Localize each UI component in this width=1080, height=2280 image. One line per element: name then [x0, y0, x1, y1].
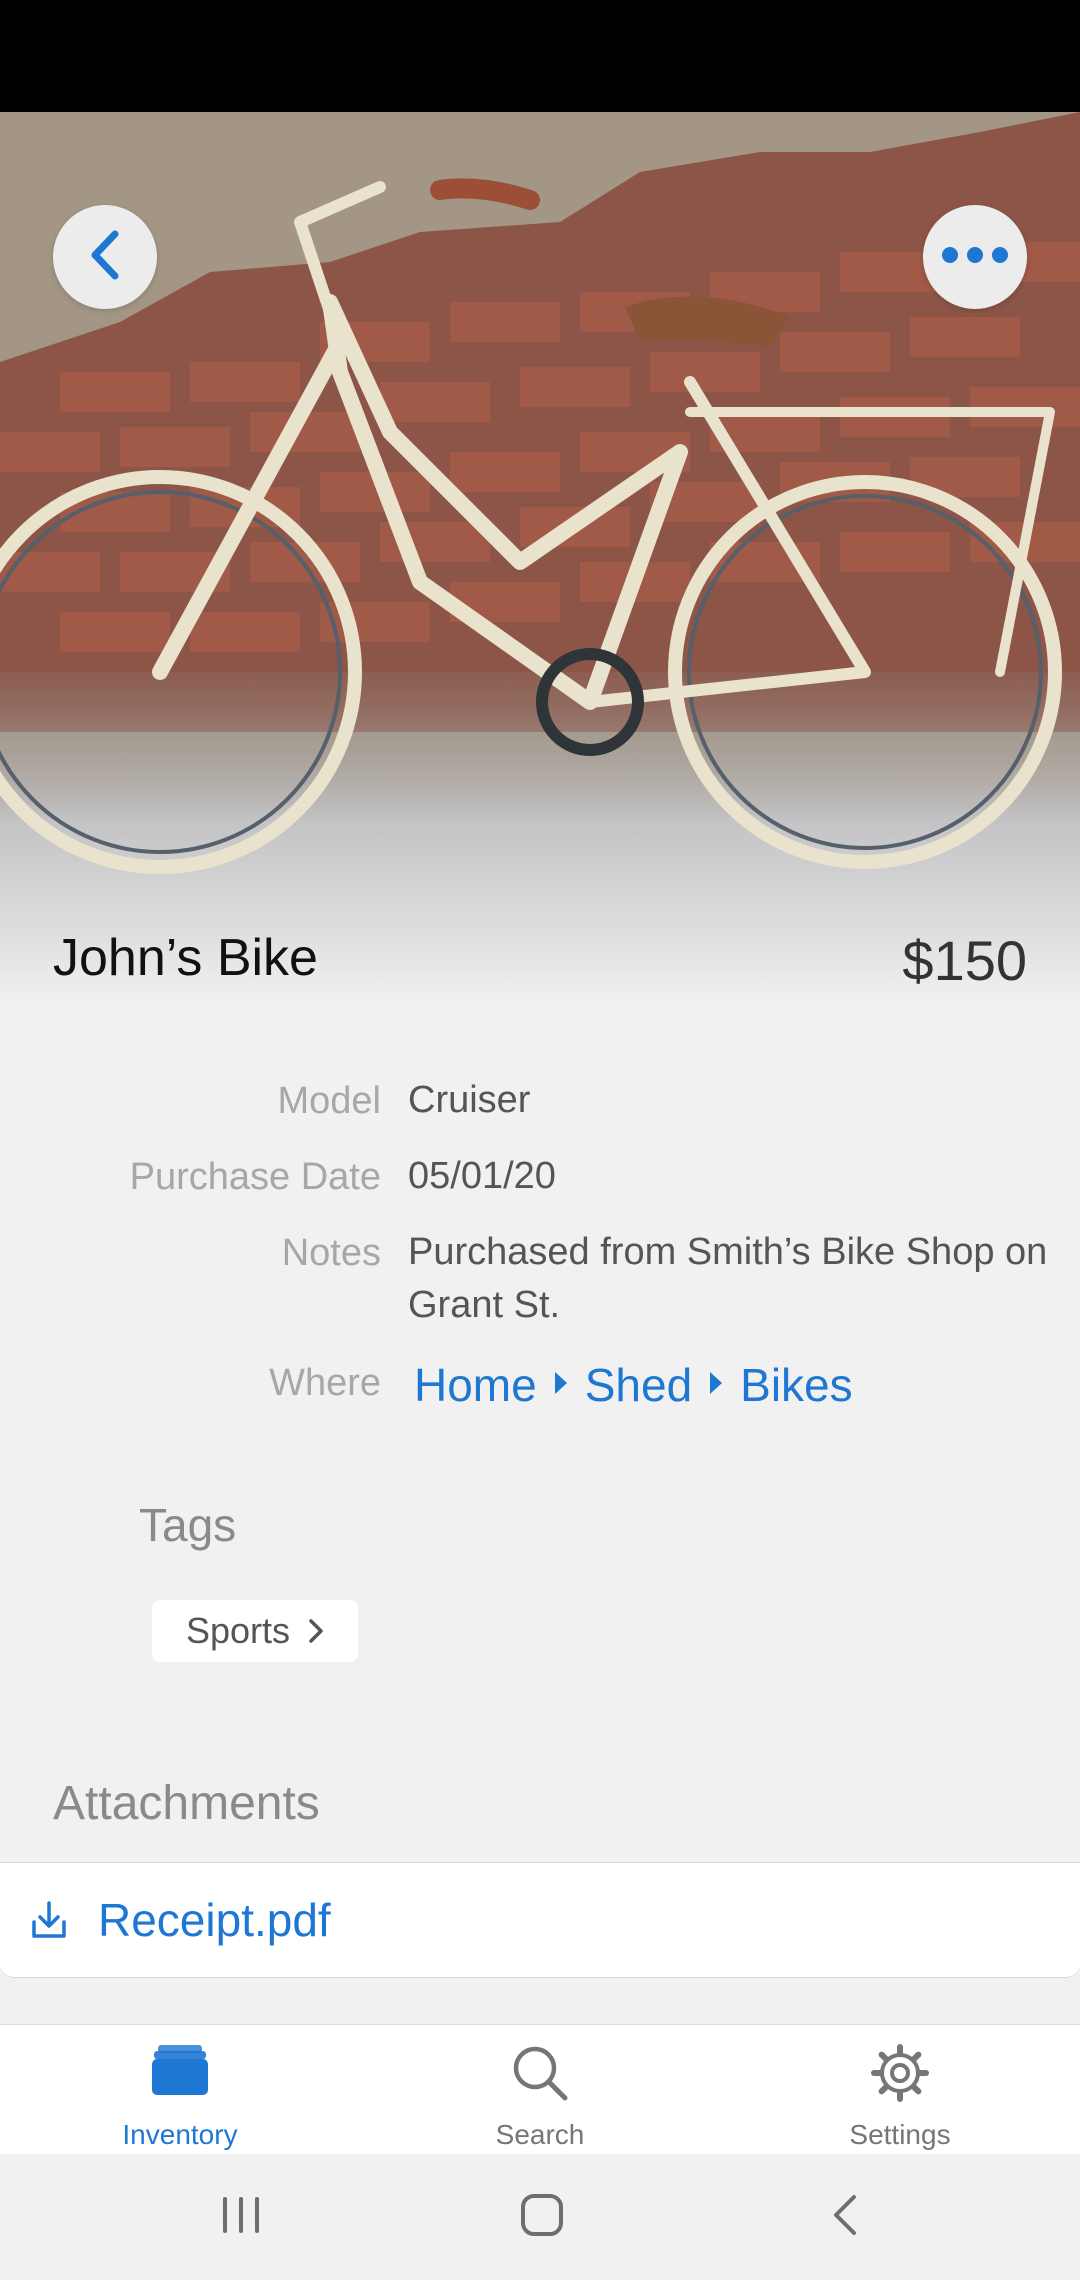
item-title: John’s Bike: [53, 929, 318, 987]
attachments-title: Attachments: [53, 1777, 320, 1830]
chevron-right-icon: [308, 1618, 324, 1644]
caret-right-icon: [710, 1372, 723, 1394]
more-icon: [940, 245, 1010, 270]
tab-bar: Inventory Search Settings: [0, 2024, 1080, 2155]
system-nav-bar: [0, 2154, 1080, 2280]
recent-apps-button[interactable]: [196, 2182, 286, 2252]
more-options-button[interactable]: [923, 205, 1027, 309]
tab-label: Inventory: [122, 2119, 238, 2150]
search-icon: [360, 2043, 720, 2103]
inventory-icon: [0, 2043, 360, 2099]
attachment-name: Receipt.pdf: [98, 1894, 331, 1946]
where-label: Where: [269, 1362, 381, 1404]
status-bar: [0, 0, 1080, 112]
item-photo: [0, 112, 1080, 1002]
notes-label: Notes: [281, 1232, 381, 1274]
location-home-link[interactable]: Home: [414, 1358, 537, 1412]
location-shed-link[interactable]: Shed: [585, 1358, 692, 1412]
back-button[interactable]: [53, 205, 157, 309]
purchase-date-label: Purchase Date: [129, 1156, 381, 1198]
download-icon: [30, 1900, 68, 1940]
model-value: Cruiser: [408, 1079, 531, 1121]
location-breadcrumb: Home Shed Bikes: [414, 1358, 853, 1412]
notes-value: Purchased from Smith’s Bike Shop on Gran…: [408, 1231, 1048, 1326]
tag-chip-sports[interactable]: Sports: [152, 1600, 358, 1662]
system-back-button[interactable]: [800, 2182, 890, 2252]
caret-right-icon: [554, 1372, 567, 1394]
item-price: $150: [902, 929, 1027, 992]
tab-label: Settings: [849, 2119, 951, 2150]
tab-inventory[interactable]: Inventory: [0, 2025, 360, 2155]
home-button[interactable]: [497, 2182, 587, 2252]
gear-icon: [720, 2043, 1080, 2103]
tab-search[interactable]: Search: [360, 2025, 720, 2155]
tab-settings[interactable]: Settings: [720, 2025, 1080, 2155]
tab-label: Search: [495, 2119, 585, 2150]
model-label: Model: [277, 1080, 382, 1122]
attachment-row[interactable]: Receipt.pdf: [0, 1862, 1080, 1978]
tags-title: Tags: [139, 1499, 237, 1551]
tag-label: Sports: [185, 1610, 291, 1651]
chevron-left-icon: [85, 228, 125, 287]
purchase-date-value: 05/01/20: [408, 1155, 556, 1197]
home-icon: [520, 2193, 564, 2242]
location-bikes-link[interactable]: Bikes: [740, 1358, 852, 1412]
recent-apps-icon: [219, 2195, 263, 2240]
back-icon: [830, 2193, 860, 2242]
